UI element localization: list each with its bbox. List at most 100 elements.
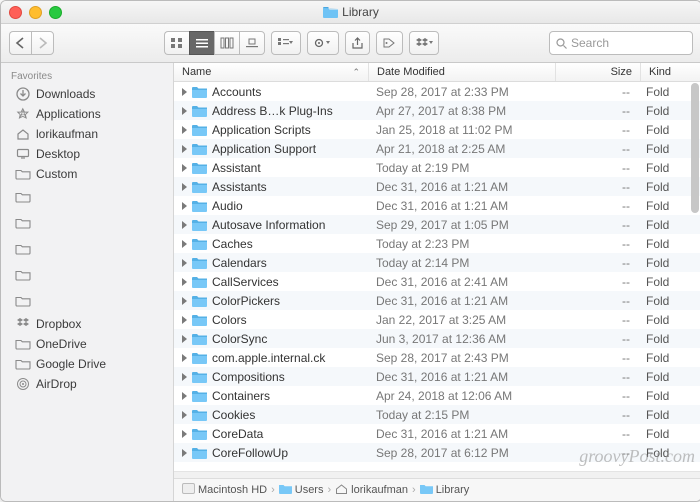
disclosure-triangle-icon[interactable] <box>182 297 187 305</box>
sidebar-item-onedrive[interactable]: OneDrive <box>1 334 173 354</box>
path-segment[interactable]: lorikaufman <box>335 483 408 497</box>
table-row[interactable]: Address B…k Plug-InsApr 27, 2017 at 8:38… <box>174 101 700 120</box>
dropbox-toolbar-button[interactable] <box>409 31 439 55</box>
table-row[interactable]: CallServicesDec 31, 2016 at 2:41 AM--Fol… <box>174 272 700 291</box>
disclosure-triangle-icon[interactable] <box>182 145 187 153</box>
disclosure-triangle-icon[interactable] <box>182 164 187 172</box>
scroll-thumb[interactable] <box>691 83 699 213</box>
sidebar-item-custom[interactable]: Custom <box>1 164 173 184</box>
forward-button[interactable] <box>31 31 54 55</box>
disclosure-triangle-icon[interactable] <box>182 126 187 134</box>
column-header-date[interactable]: Date Modified <box>369 63 556 81</box>
table-row[interactable]: CalendarsToday at 2:14 PM--Fold <box>174 253 700 272</box>
sidebar-item-label: Dropbox <box>36 317 81 331</box>
table-row[interactable]: AudioDec 31, 2016 at 1:21 AM--Fold <box>174 196 700 215</box>
table-row[interactable]: CookiesToday at 2:15 PM--Fold <box>174 405 700 424</box>
sidebar-item-redacted[interactable] <box>1 262 173 288</box>
disclosure-triangle-icon[interactable] <box>182 88 187 96</box>
horizontal-scrollbar[interactable] <box>174 471 700 478</box>
column-header-size[interactable]: Size <box>556 63 641 81</box>
search-field[interactable]: Search <box>549 31 693 55</box>
tags-button[interactable] <box>376 31 403 55</box>
file-date: Today at 2:19 PM <box>368 161 554 175</box>
table-row[interactable]: CoreFollowUpSep 28, 2017 at 6:12 PM--Fol… <box>174 443 700 462</box>
folder-icon <box>192 181 207 193</box>
path-segment[interactable]: Library <box>420 483 470 497</box>
table-row[interactable]: CoreDataDec 31, 2016 at 1:21 AM--Fold <box>174 424 700 443</box>
disclosure-triangle-icon[interactable] <box>182 335 187 343</box>
disclosure-triangle-icon[interactable] <box>182 259 187 267</box>
table-row[interactable]: AssistantsDec 31, 2016 at 1:21 AM--Fold <box>174 177 700 196</box>
disclosure-triangle-icon[interactable] <box>182 430 187 438</box>
sidebar-item-applications[interactable]: AApplications <box>1 104 173 124</box>
table-row[interactable]: com.apple.internal.ckSep 28, 2017 at 2:4… <box>174 348 700 367</box>
file-size: -- <box>554 427 638 441</box>
folder-icon <box>192 105 207 117</box>
disclosure-triangle-icon[interactable] <box>182 411 187 419</box>
table-row[interactable]: ColorsJan 22, 2017 at 3:25 AM--Fold <box>174 310 700 329</box>
disclosure-triangle-icon[interactable] <box>182 392 187 400</box>
table-row[interactable]: Application SupportApr 21, 2018 at 2:25 … <box>174 139 700 158</box>
svg-text:A: A <box>19 109 25 119</box>
sidebar-item-downloads[interactable]: Downloads <box>1 84 173 104</box>
disclosure-triangle-icon[interactable] <box>182 449 187 457</box>
zoom-window-button[interactable] <box>49 6 62 19</box>
table-row[interactable]: AccountsSep 28, 2017 at 2:33 PM--Fold <box>174 82 700 101</box>
folder-icon <box>192 276 207 288</box>
disclosure-triangle-icon[interactable] <box>182 221 187 229</box>
path-bar: Macintosh HD›Users›lorikaufman›Library <box>174 478 700 501</box>
sidebar-item-redacted[interactable] <box>1 210 173 236</box>
file-name: Colors <box>212 313 247 327</box>
vertical-scrollbar[interactable] <box>687 81 700 473</box>
table-row[interactable]: Autosave InformationSep 29, 2017 at 1:05… <box>174 215 700 234</box>
file-date: Sep 28, 2017 at 2:43 PM <box>368 351 554 365</box>
column-header-name[interactable]: Name ⌃ <box>174 63 369 81</box>
sidebar-item-dropbox[interactable]: Dropbox <box>1 314 173 334</box>
disclosure-triangle-icon[interactable] <box>182 107 187 115</box>
table-row[interactable]: ContainersApr 24, 2018 at 12:06 AM--Fold <box>174 386 700 405</box>
sidebar-item-lorikaufman[interactable]: lorikaufman <box>1 124 173 144</box>
share-button[interactable] <box>345 31 370 55</box>
path-segment[interactable]: Macintosh HD <box>182 483 267 497</box>
path-segment[interactable]: Users <box>279 483 324 497</box>
file-name: Autosave Information <box>212 218 325 232</box>
arrange-button[interactable] <box>271 31 301 55</box>
table-row[interactable]: CachesToday at 2:23 PM--Fold <box>174 234 700 253</box>
sidebar-item-redacted[interactable] <box>1 184 173 210</box>
file-size: -- <box>554 408 638 422</box>
file-date: Dec 31, 2016 at 1:21 AM <box>368 370 554 384</box>
column-header-kind[interactable]: Kind <box>641 63 700 81</box>
sidebar-item-airdrop[interactable]: AirDrop <box>1 374 173 394</box>
file-date: Dec 31, 2016 at 1:21 AM <box>368 199 554 213</box>
disclosure-triangle-icon[interactable] <box>182 183 187 191</box>
table-row[interactable]: AssistantToday at 2:19 PM--Fold <box>174 158 700 177</box>
sidebar-item-redacted[interactable] <box>1 288 173 314</box>
coverflow-view-button[interactable] <box>239 31 265 55</box>
table-row[interactable]: ColorSyncJun 3, 2017 at 12:36 AM--Fold <box>174 329 700 348</box>
close-window-button[interactable] <box>9 6 22 19</box>
disclosure-triangle-icon[interactable] <box>182 278 187 286</box>
disclosure-triangle-icon[interactable] <box>182 202 187 210</box>
table-row[interactable]: ColorPickersDec 31, 2016 at 1:21 AM--Fol… <box>174 291 700 310</box>
column-view-button[interactable] <box>214 31 239 55</box>
disclosure-triangle-icon[interactable] <box>182 373 187 381</box>
icon-view-button[interactable] <box>164 31 189 55</box>
action-button[interactable] <box>307 31 339 55</box>
disclosure-triangle-icon[interactable] <box>182 354 187 362</box>
share-icon <box>352 38 363 49</box>
sidebar-item-desktop[interactable]: Desktop <box>1 144 173 164</box>
disclosure-triangle-icon[interactable] <box>182 316 187 324</box>
file-size: -- <box>554 104 638 118</box>
table-row[interactable]: CompositionsDec 31, 2016 at 1:21 AM--Fol… <box>174 367 700 386</box>
file-rows[interactable]: AccountsSep 28, 2017 at 2:33 PM--FoldAdd… <box>174 82 700 471</box>
minimize-window-button[interactable] <box>29 6 42 19</box>
disclosure-triangle-icon[interactable] <box>182 240 187 248</box>
sidebar-item-google-drive[interactable]: Google Drive <box>1 354 173 374</box>
path-label: Macintosh HD <box>198 484 267 496</box>
folder-icon <box>192 124 207 136</box>
sidebar-item-redacted[interactable] <box>1 236 173 262</box>
arrange-icon <box>278 38 294 48</box>
back-button[interactable] <box>9 31 31 55</box>
list-view-button[interactable] <box>189 31 214 55</box>
table-row[interactable]: Application ScriptsJan 25, 2018 at 11:02… <box>174 120 700 139</box>
